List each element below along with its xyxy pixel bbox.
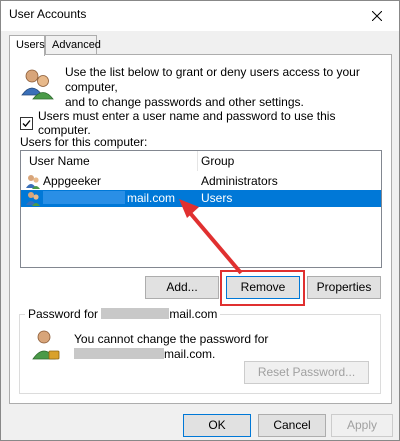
ok-button[interactable]: OK: [183, 414, 251, 437]
user-name-cell: mail.com: [43, 191, 175, 205]
redacted-name: [74, 348, 164, 359]
column-separator[interactable]: [197, 151, 198, 171]
column-header-group[interactable]: Group: [201, 154, 234, 168]
add-user-button[interactable]: Add...: [145, 276, 219, 299]
password-message: You cannot change the password for mail.…: [74, 332, 268, 362]
info-text-line1: Use the list below to grant or deny user…: [65, 65, 360, 94]
cancel-button[interactable]: Cancel: [258, 414, 326, 437]
redacted-name: [43, 191, 125, 204]
require-login-checkbox[interactable]: [20, 116, 33, 130]
user-group-cell: Users: [201, 191, 233, 205]
close-icon: [372, 11, 382, 21]
table-row[interactable]: mail.com Users: [21, 190, 381, 207]
require-login-row[interactable]: Users must enter a user name and passwor…: [20, 109, 391, 137]
cancel-button-label: Cancel: [273, 418, 311, 432]
close-button[interactable]: [355, 1, 399, 31]
apply-button-label: Apply: [346, 418, 378, 432]
user-icon: [26, 192, 40, 206]
user-name-suffix: mail.com: [127, 191, 176, 205]
properties-button-label: Properties: [316, 280, 372, 294]
reset-password-button[interactable]: Reset Password...: [244, 361, 369, 384]
properties-button[interactable]: Properties: [307, 276, 381, 299]
password-message-suffix: mail.com.: [164, 347, 216, 361]
users-icon: [21, 69, 54, 100]
ok-button-label: OK: [208, 418, 226, 432]
tab-users[interactable]: Users: [9, 35, 45, 56]
add-user-button-label: Add...: [166, 280, 198, 294]
users-listview[interactable]: User Name Group Appgeeker Administrators: [20, 150, 382, 268]
remove-highlight-box: [220, 270, 305, 306]
user-accounts-dialog: User Accounts Users Advanced Use the lis…: [0, 0, 400, 441]
window-title: User Accounts: [9, 7, 87, 21]
redacted-name: [101, 308, 170, 319]
password-group-label: Password for mail.com: [25, 307, 221, 321]
info-text-line2: and to change passwords and other settin…: [65, 95, 304, 109]
user-icon: [26, 175, 40, 189]
password-label-prefix: Password for: [28, 307, 99, 321]
info-text: Use the list below to grant or deny user…: [65, 65, 385, 110]
password-label-suffix: mail.com: [169, 307, 218, 321]
table-row[interactable]: Appgeeker Administrators: [21, 173, 381, 190]
tab-advanced[interactable]: Advanced: [45, 35, 101, 55]
column-header-username[interactable]: User Name: [29, 154, 90, 168]
title-bar: User Accounts: [1, 1, 399, 31]
tab-advanced-label: Advanced: [52, 39, 101, 51]
password-message-line2: mail.com.: [74, 347, 268, 362]
password-message-line1: You cannot change the password for: [74, 332, 269, 346]
tab-users-label: Users: [16, 39, 45, 51]
user-key-icon: [32, 330, 60, 360]
checkmark-icon: [22, 119, 31, 127]
user-group-cell: Administrators: [201, 174, 278, 188]
listview-header: User Name Group: [21, 151, 381, 171]
users-list-label: Users for this computer:: [20, 135, 148, 149]
reset-password-button-label: Reset Password...: [257, 365, 356, 379]
require-login-label: Users must enter a user name and passwor…: [37, 109, 336, 137]
apply-button[interactable]: Apply: [331, 414, 393, 437]
user-name-cell: Appgeeker: [43, 174, 102, 188]
